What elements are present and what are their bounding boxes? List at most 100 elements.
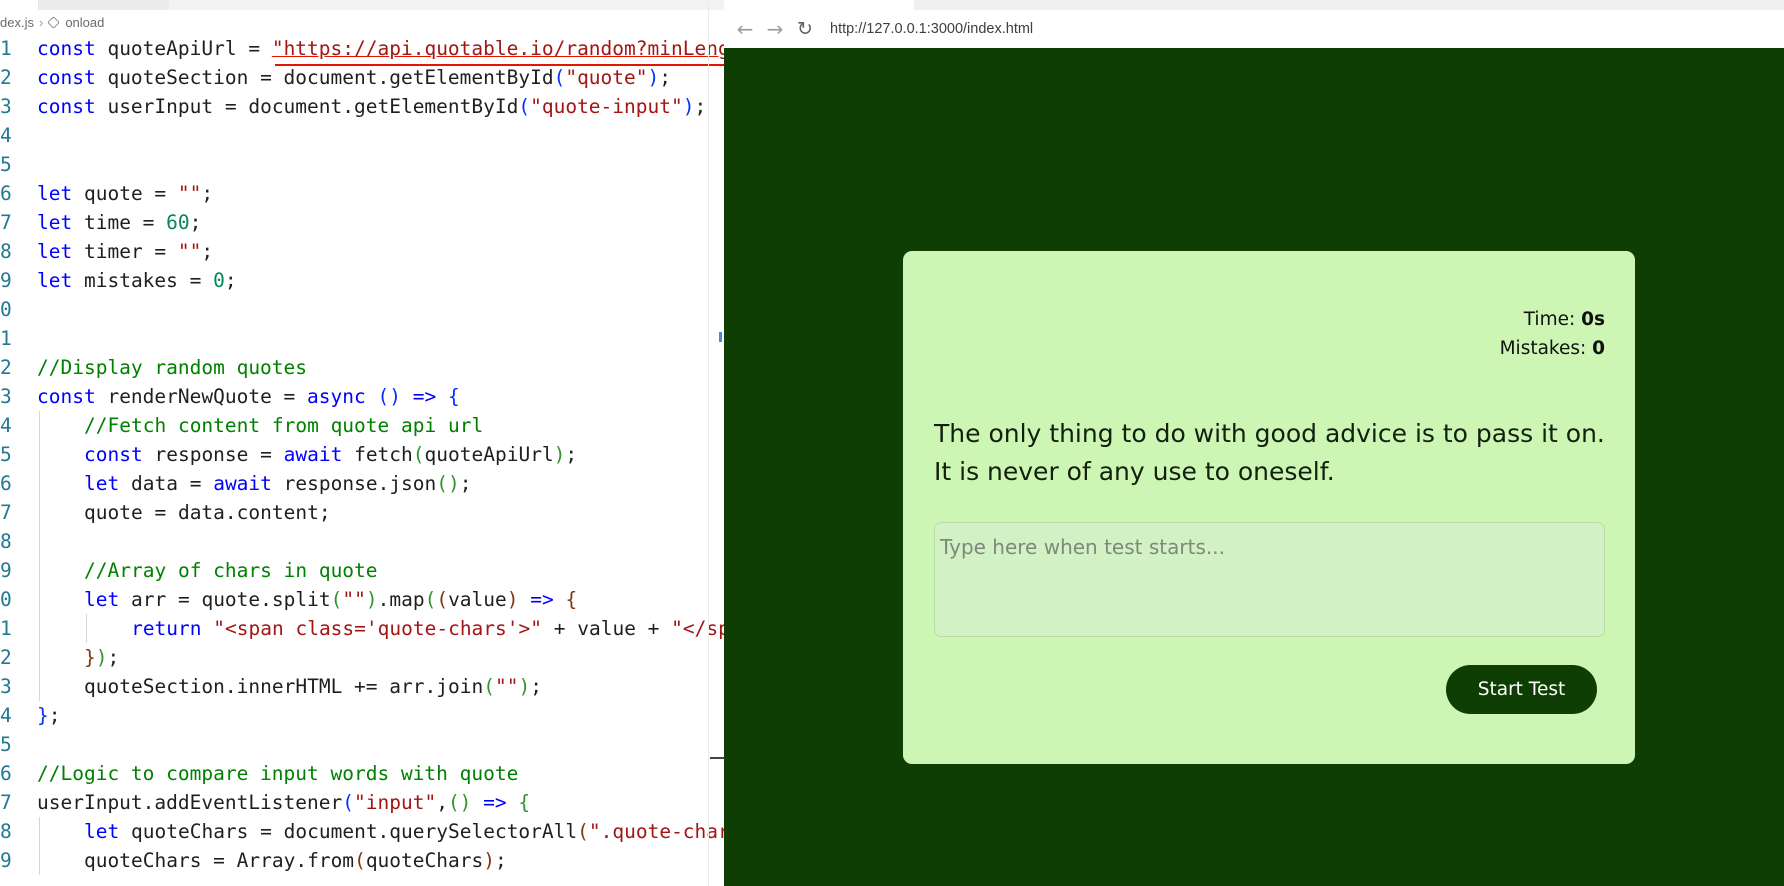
quote-text: The only thing to do with good advice is… [934, 419, 1605, 486]
code-text: }); [84, 643, 119, 672]
code-line[interactable]: 4}; [0, 701, 724, 730]
code-token: () [447, 791, 472, 814]
code-token: quote = [83, 182, 178, 205]
code-token: ; [565, 443, 578, 466]
code-token: quoteSection = document.getElementById [107, 66, 554, 89]
code-line[interactable]: 4 [0, 121, 724, 150]
code-line[interactable]: 0 let arr = quote.split("").map((value) =… [0, 585, 724, 614]
editor-tab-strip [0, 0, 724, 10]
symbol-cube-icon [47, 15, 61, 29]
code-token: ; [530, 675, 542, 698]
code-line[interactable]: 1 [0, 324, 724, 353]
code-line[interactable]: 7 userInput.addEventListener("input",() =… [0, 788, 724, 817]
code-token: ( [436, 588, 449, 611]
code-line[interactable]: 3 quoteSection.innerHTML += arr.join(""); [0, 672, 724, 701]
code-text: userInput.addEventListener("input",() =>… [37, 788, 530, 817]
typing-test-card: Time: 0s Mistakes: 0 The only thing to d… [903, 251, 1635, 764]
code-token: let [84, 588, 120, 611]
code-line[interactable]: 6 let data = await response.json(); [0, 469, 724, 498]
indent-guide [39, 614, 40, 643]
page-viewport: Time: 0s Mistakes: 0 The only thing to d… [724, 48, 1784, 886]
line-number: 0 [0, 588, 12, 611]
line-number: 3 [0, 675, 12, 698]
code-line[interactable]: 2 const quoteSection = document.getElemen… [0, 63, 724, 92]
code-text: //Fetch content from quote api url [84, 411, 483, 440]
code-token: } [37, 704, 49, 727]
code-line[interactable]: 8 [0, 527, 724, 556]
code-line[interactable]: 8 let quoteChars = document.querySelector… [0, 817, 724, 846]
code-token: () [436, 472, 460, 495]
code-token: userInput.addEventListener [37, 791, 343, 814]
mistakes-stat: Mistakes: 0 [1500, 334, 1605, 363]
code-text: //Display random quotes [37, 353, 307, 382]
code-line[interactable]: 0 [0, 295, 724, 324]
line-number: 2 [0, 66, 12, 89]
code-line[interactable]: 7 let time = 60; [0, 208, 724, 237]
line-number: 7 [0, 211, 12, 234]
code-token: "" [177, 182, 202, 205]
code-token: await [283, 443, 343, 466]
time-stat: Time: 0s [1500, 305, 1605, 334]
line-number: 4 [0, 124, 12, 147]
code-line[interactable]: 8 let timer = ""; [0, 237, 724, 266]
breadcrumb-symbol[interactable]: onload [65, 15, 104, 30]
code-line[interactable]: 5 [0, 150, 724, 179]
code-token: .map [377, 588, 425, 611]
code-line[interactable]: 2 //Display random quotes [0, 353, 724, 382]
line-number: 8 [0, 240, 12, 263]
code-line[interactable]: 4 //Fetch content from quote api url [0, 411, 724, 440]
code-text: let quoteChars = document.querySelectorA… [84, 817, 724, 846]
code-token: } [84, 646, 96, 669]
editor-tab-active[interactable] [0, 0, 39, 10]
code-token: let [37, 269, 73, 292]
code-text: //Array of chars in quote [84, 556, 378, 585]
editor-tab-inactive[interactable] [39, 0, 169, 10]
code-token: ; [659, 66, 672, 89]
code-line[interactable]: 2}); [0, 643, 724, 672]
code-token: ; [201, 240, 214, 263]
code-token: return [131, 617, 202, 640]
code-editor[interactable]: dex.js › onload 1 const quoteApiUrl = "ht… [0, 0, 724, 886]
code-token: + value + [553, 617, 672, 640]
code-token: mistakes = [83, 269, 214, 292]
line-number: 2 [0, 356, 12, 379]
forward-arrow-icon[interactable]: → [760, 14, 790, 44]
code-line[interactable]: 9 quoteChars = Array.from(quoteChars); [0, 846, 724, 875]
code-line[interactable]: 3 const renderNewQuote = async () => { [0, 382, 724, 411]
code-token: ) [682, 95, 695, 118]
reload-icon[interactable]: ↻ [790, 14, 820, 44]
code-line[interactable]: 9 let mistakes = 0; [0, 266, 724, 295]
code-token: ; [224, 269, 237, 292]
line-number: 9 [0, 269, 12, 292]
code-token: => [530, 588, 554, 611]
code-line[interactable]: 5 [0, 730, 724, 759]
code-line[interactable]: 3 const userInput = document.getElementBy… [0, 92, 724, 121]
breadcrumb-file[interactable]: dex.js [0, 15, 34, 30]
line-number: 6 [0, 762, 12, 785]
code-line[interactable]: 1 return "<span class='quote-chars'>" + v… [0, 614, 724, 643]
code-token: "</span>" [671, 617, 724, 640]
address-bar[interactable]: http://127.0.0.1:3000/index.html [830, 21, 1033, 37]
code-line[interactable]: 6 //Logic to compare input words with quo… [0, 759, 724, 788]
back-arrow-icon[interactable]: ← [730, 14, 760, 44]
stats-panel: Time: 0s Mistakes: 0 [1500, 305, 1605, 363]
code-token: , [436, 791, 448, 814]
code-line[interactable]: 7 quote = data.content; [0, 498, 724, 527]
start-test-button[interactable]: Start Test [1446, 665, 1597, 714]
line-number: 5 [0, 733, 12, 756]
code-line[interactable]: 9 //Array of chars in quote [0, 556, 724, 585]
quote-input[interactable] [934, 522, 1605, 637]
browser-tab[interactable] [724, 0, 914, 10]
code-token: quote = data.content; [84, 501, 331, 524]
code-line[interactable]: 5 const response = await fetch(quoteApiUr… [0, 440, 724, 469]
code-token: ; [107, 646, 120, 669]
code-token: value [448, 588, 507, 611]
code-lines[interactable]: 1 const quoteApiUrl = "https://api.quotab… [0, 34, 724, 875]
code-token: ( [330, 588, 343, 611]
mistakes-value: 0 [1592, 338, 1605, 359]
code-text: const response = await fetch(quoteApiUrl… [84, 440, 577, 469]
code-line[interactable]: 1 const quoteApiUrl = "https://api.quotab… [0, 34, 724, 63]
code-token: => [483, 791, 507, 814]
code-token: let [37, 240, 73, 263]
code-line[interactable]: 6 let quote = ""; [0, 179, 724, 208]
